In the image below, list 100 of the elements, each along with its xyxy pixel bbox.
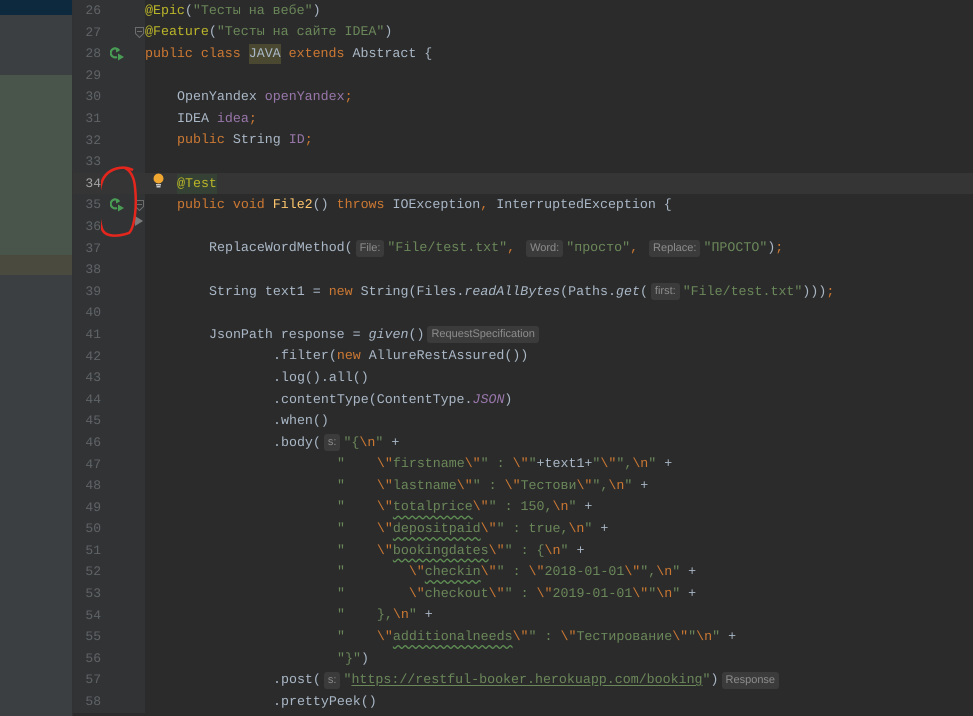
string-literal: " : true, <box>496 520 568 538</box>
code-text: () <box>408 326 424 344</box>
string-literal: " <box>568 498 576 516</box>
method-name: File2 <box>272 196 313 214</box>
class-name: JAVA <box>248 44 281 64</box>
code-text: AllureRestAssured()) <box>368 347 528 366</box>
code-text: ReplaceWordMethod( <box>209 239 353 258</box>
keyword: ; <box>826 282 834 301</box>
lightbulb-icon[interactable] <box>153 172 164 188</box>
code-text: OpenYandex <box>177 88 258 106</box>
inlay-hint: first: <box>650 283 680 300</box>
code-text: ) <box>504 390 512 409</box>
string-literal: " : 150, <box>488 498 552 516</box>
string-literal: additionalneeds <box>392 628 513 646</box>
string-literal: totalprice <box>392 498 473 516</box>
code-text: (Paths. <box>560 282 616 301</box>
string-literal: bookingdates <box>392 542 489 560</box>
keyword: public class <box>145 45 242 64</box>
string-literal: " <box>528 455 537 474</box>
escape-sequence: \" <box>560 628 576 646</box>
escape-sequence: \n <box>568 520 584 538</box>
annotation: @Epic <box>145 2 185 20</box>
escape-sequence: \" <box>576 476 592 495</box>
string-literal: "{ <box>343 434 360 452</box>
code-text: + <box>687 584 696 603</box>
code-text: () <box>312 196 330 214</box>
string-literal: " <box>337 498 346 516</box>
inlay-hint: s: <box>324 434 340 452</box>
escape-sequence: \" <box>376 520 393 538</box>
string-literal: "File/test.txt" <box>387 239 508 258</box>
escape-sequence: \" <box>408 563 425 582</box>
code-text: ) <box>710 671 719 690</box>
string-literal: " <box>375 434 384 452</box>
code-text: + <box>639 476 648 495</box>
inlay-hint: Replace: <box>649 240 700 257</box>
escape-sequence: \" <box>376 498 393 516</box>
field-name: ID <box>288 131 305 150</box>
code-text: IDEA <box>177 110 210 128</box>
string-literal: " <box>337 584 346 603</box>
string-literal: depositpaid <box>392 520 481 538</box>
escape-sequence: \" <box>472 498 489 516</box>
escape-sequence: \" <box>480 563 497 582</box>
code-text: ) <box>384 23 392 42</box>
code-text: + <box>727 628 736 646</box>
run-icon[interactable] <box>110 198 124 212</box>
run-icon[interactable] <box>110 46 124 61</box>
inlay-hint: s: <box>324 672 340 689</box>
code-text: .prettyPeek() <box>273 692 377 711</box>
code-text: IOException <box>392 196 480 214</box>
string-literal: " : <box>480 455 506 474</box>
string-literal: ", <box>616 455 632 474</box>
string-literal: "File/test.txt" <box>682 282 802 301</box>
code-text: + <box>687 563 696 582</box>
code-text: + <box>575 542 584 560</box>
fold-icon[interactable] <box>134 26 144 38</box>
keyword: extends <box>288 45 346 64</box>
url-link[interactable]: https://restful-booker.herokuapp.com/booking <box>351 670 703 690</box>
keyword: ; <box>344 88 353 106</box>
string-literal: " <box>592 455 600 474</box>
annotation: @Feature <box>145 23 209 42</box>
string-literal: "просто" <box>566 239 630 258</box>
escape-sequence: \n <box>632 455 648 474</box>
string-literal: ", <box>592 476 608 495</box>
code-text: .body( <box>273 434 321 452</box>
string-literal: " <box>337 455 346 474</box>
escape-sequence: \n <box>656 563 672 582</box>
panel-header <box>0 0 72 15</box>
string-literal: ", <box>640 563 656 582</box>
fold-icon[interactable] <box>134 200 144 211</box>
code-text: ) <box>767 239 776 258</box>
keyword: ; <box>248 110 257 128</box>
code-text: InterruptedException { <box>496 196 672 214</box>
escape-sequence: \" <box>376 542 393 560</box>
code-text: ) <box>312 2 321 20</box>
string-literal: " : <box>528 628 554 646</box>
keyword: public void <box>177 196 266 214</box>
escape-sequence: \" <box>376 628 393 646</box>
escape-sequence: \" <box>408 584 425 603</box>
code-text: .when() <box>273 412 329 430</box>
string-literal: "ПРОСТО" <box>703 239 768 258</box>
string-literal: " <box>343 671 352 690</box>
string-literal: " <box>712 628 720 646</box>
static-call: given <box>368 326 408 344</box>
code-text: + <box>424 606 433 624</box>
string-literal: " <box>408 606 417 624</box>
triangle-icon <box>135 216 143 226</box>
keyword: , <box>630 239 640 258</box>
inlay-hint: RequestSpecification <box>427 326 539 344</box>
escape-sequence: \" <box>376 455 393 474</box>
string-literal: " <box>648 584 656 603</box>
keyword: new <box>328 282 354 301</box>
code-text: + <box>663 455 672 474</box>
escape-sequence: \n <box>392 606 409 624</box>
string-literal: checkin <box>424 563 481 582</box>
string-literal: " <box>584 520 592 538</box>
code-text: ( <box>640 282 648 301</box>
keyword: throws <box>336 196 386 214</box>
string-literal: " <box>702 671 711 690</box>
code-text: + <box>599 520 608 538</box>
code-text: ( <box>208 23 217 42</box>
